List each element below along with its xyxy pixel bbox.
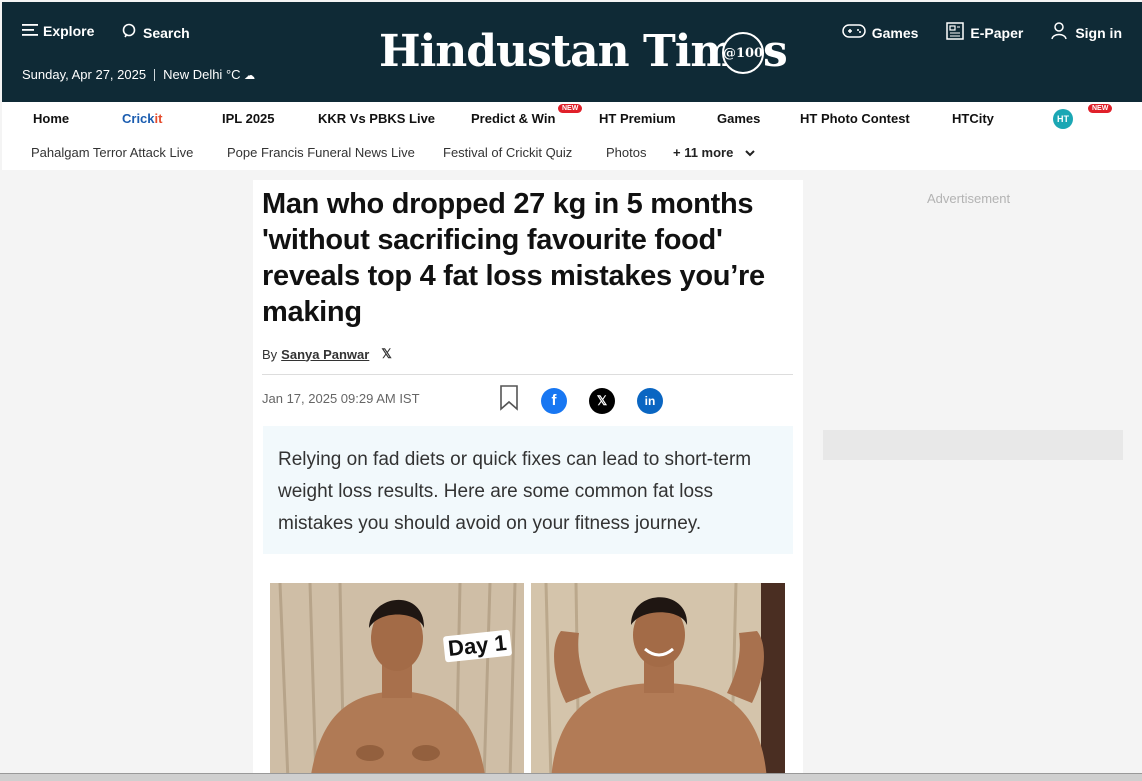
signin-label: Sign in <box>1075 24 1122 41</box>
before-photo: Day 1 <box>270 583 524 781</box>
nav-pope-francis-live[interactable]: Pope Francis Funeral News Live <box>227 145 415 160</box>
x-logo-icon[interactable]: 𝕏 <box>381 346 391 362</box>
temperature-unit: °C <box>225 67 241 82</box>
user-icon <box>1051 22 1069 43</box>
gamepad-icon <box>841 23 866 42</box>
nav-pahalgam-live[interactable]: Pahalgam Terror Attack Live <box>31 145 193 160</box>
games-label: Games <box>871 24 919 41</box>
date-location: Sunday, Apr 27, 2025 New Delhi °C ☁ <box>22 67 255 82</box>
horizontal-scrollbar[interactable] <box>0 773 1142 781</box>
article-summary-box: Relying on fad diets or quick fixes can … <box>263 426 793 554</box>
byline: By Sanya Panwar 𝕏 <box>262 346 392 362</box>
share-bar: f 𝕏 in <box>499 385 663 416</box>
nav-kkr-vs-pbks[interactable]: KKR Vs PBKS Live <box>318 111 435 126</box>
article-summary: Relying on fad diets or quick fixes can … <box>278 449 752 534</box>
signin-link[interactable]: Sign in <box>1051 22 1122 43</box>
nav-more-label: + 11 more <box>673 145 734 160</box>
explore-button[interactable]: Explore <box>22 23 94 39</box>
primary-nav: Home Crickit IPL 2025 KKR Vs PBKS Live P… <box>2 102 1142 136</box>
author-link[interactable]: Sanya Panwar <box>281 347 369 362</box>
newspaper-icon <box>946 22 965 43</box>
bookmark-icon[interactable] <box>499 385 519 416</box>
city-weather[interactable]: New Delhi °C ☁ <box>163 67 255 82</box>
advertisement-label: Advertisement <box>927 191 1011 206</box>
menu-icon <box>22 23 38 39</box>
facebook-share-icon[interactable]: f <box>541 387 567 414</box>
centenary-seal: @100 <box>722 32 764 74</box>
byline-prefix: By <box>262 346 278 362</box>
nav-crickit-quiz[interactable]: Festival of Crickit Quiz <box>443 145 572 160</box>
city-name: New Delhi <box>163 67 223 82</box>
epaper-label: E-Paper <box>970 24 1024 41</box>
ht-app-icon[interactable]: HT <box>1053 109 1073 129</box>
new-badge: NEW <box>558 104 583 113</box>
search-icon <box>122 23 138 42</box>
after-photo <box>531 583 785 781</box>
publish-timestamp: Jan 17, 2025 09:29 AM IST <box>262 391 420 406</box>
explore-label: Explore <box>43 23 95 39</box>
nav-home[interactable]: Home <box>33 111 69 126</box>
divider <box>262 374 793 375</box>
separator <box>154 68 156 81</box>
x-share-icon[interactable]: 𝕏 <box>589 387 615 414</box>
advertisement-slot[interactable] <box>823 430 1123 460</box>
chevron-down-icon <box>745 145 755 160</box>
crickit-logo-part-2: it <box>154 111 163 126</box>
article-headline: Man who dropped 27 kg in 5 months 'witho… <box>262 188 765 328</box>
nav-ht-premium[interactable]: HT Premium <box>599 111 676 126</box>
new-badge-app: NEW <box>1088 104 1113 113</box>
search-button[interactable]: Search <box>122 23 190 42</box>
nav-predict-win[interactable]: Predict & Win <box>471 111 555 126</box>
nav-htcity[interactable]: HTCity <box>952 111 994 126</box>
nav-crickit[interactable]: Crickit <box>122 111 162 126</box>
nav-ipl-2025[interactable]: IPL 2025 <box>222 111 275 126</box>
games-link[interactable]: Games <box>841 22 919 43</box>
header-actions: Games E-Paper Sign in <box>841 22 1122 43</box>
search-label: Search <box>143 24 190 41</box>
nav-games[interactable]: Games <box>717 111 760 126</box>
current-date: Sunday, Apr 27, 2025 <box>22 67 147 82</box>
epaper-link[interactable]: E-Paper <box>946 22 1023 43</box>
cloud-icon: ☁ <box>244 70 256 82</box>
nav-photos[interactable]: Photos <box>606 145 646 160</box>
nav-more[interactable]: + 11 more <box>673 145 755 160</box>
crickit-logo-part-1: Crick <box>122 111 155 126</box>
secondary-nav: Pahalgam Terror Attack Live Pope Francis… <box>2 136 1142 170</box>
linkedin-share-icon[interactable]: in <box>637 387 663 414</box>
article-card: Man who dropped 27 kg in 5 months 'witho… <box>253 180 803 781</box>
site-header: Explore Search Sunday, Apr 27, 2025 New … <box>2 2 1142 102</box>
nav-ht-photo-contest[interactable]: HT Photo Contest <box>800 111 910 126</box>
